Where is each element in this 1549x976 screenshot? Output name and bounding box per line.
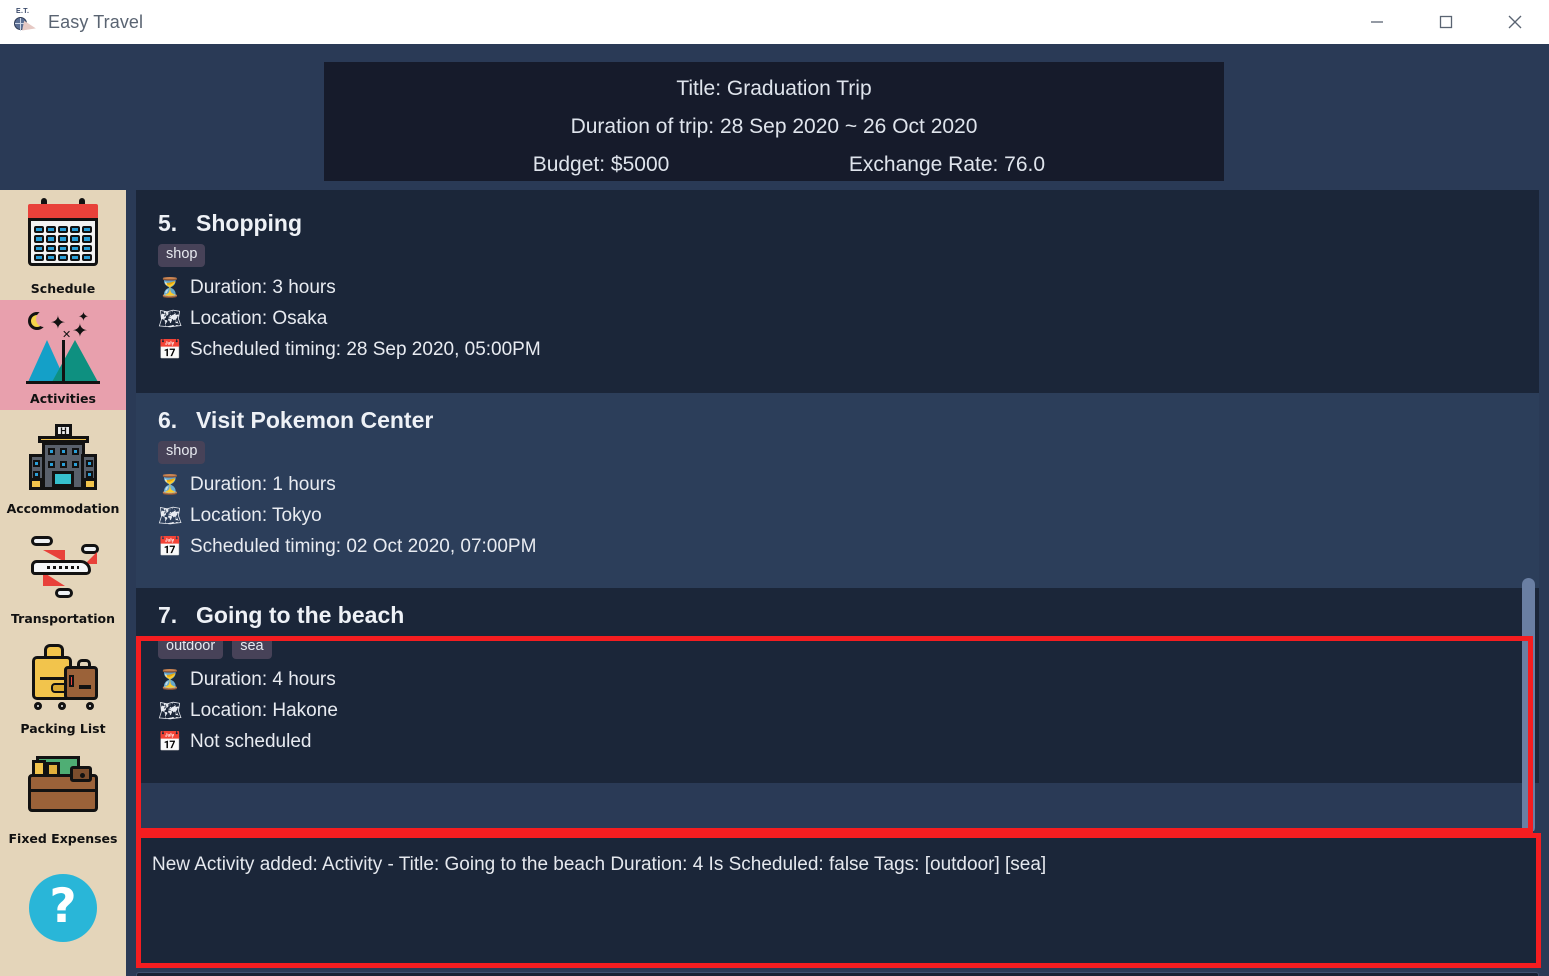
activity-title: Going to the beach [196,602,405,628]
activity-location-line: 🗺 Location: Tokyo [158,502,1539,530]
sidebar-item-transportation[interactable]: Transportation [0,520,126,630]
sidebar-item-label: Packing List [20,721,106,736]
activity-list: 5. Shopping shop ⏳ Duration: 3 hours 🗺 L… [136,190,1539,831]
activity-title: Visit Pokemon Center [196,407,434,433]
sidebar-item-label: Accommodation [6,501,120,516]
wallet-icon [25,748,101,824]
feedback-box: New Activity added: Activity - Title: Go… [136,838,1539,964]
application-window: E.T. Easy Travel Title: Graduation Trip … [0,0,1549,976]
help-button[interactable]: ? [0,850,126,966]
feedback-message: New Activity added: Activity - Title: Go… [152,854,1047,875]
trip-budget: Budget: $5000 [532,153,670,176]
hourglass-icon: ⏳ [158,277,182,299]
activity-header: 6. Visit Pokemon Center [158,407,1539,434]
activity-schedule-line: 📅 Not scheduled [158,728,1539,756]
trip-title: Title: Graduation Trip [676,77,872,100]
activity-index: 7. [158,602,178,628]
sidebar-item-accommodation[interactable]: H Accommodation [0,410,126,520]
help-question-icon: ? [29,874,97,942]
maximize-icon [1439,15,1452,29]
scrollbar-thumb[interactable] [1522,578,1535,831]
activity-duration-line: ⏳ Duration: 4 hours [158,666,1539,694]
window-controls [1342,0,1549,44]
activity-schedule: Scheduled timing: 02 Oct 2020, 07:00PM [190,536,537,557]
activity-schedule: Not scheduled [190,731,312,752]
activity-duration: Duration: 1 hours [190,474,336,495]
hourglass-icon: ⏳ [158,474,182,496]
activity-schedule-line: 📅 Scheduled timing: 02 Oct 2020, 07:00PM [158,533,1539,561]
activity-schedule-line: 📅 Scheduled timing: 28 Sep 2020, 05:00PM [158,336,1539,364]
table-row[interactable]: 7. Going to the beach outdoor sea ⏳ Dura… [136,588,1539,783]
activity-header: 5. Shopping [158,210,1539,237]
trip-duration: Duration of trip: 28 Sep 2020 ~ 26 Oct 2… [570,115,978,138]
activity-location-line: 🗺 Location: Hakone [158,697,1539,725]
minimize-button[interactable] [1342,0,1411,44]
calendar-clock-icon: 📅 [158,731,182,753]
activity-duration: Duration: 4 hours [190,669,336,690]
sidebar-navigation: Schedule ✦ ✦ ✦ ✕ Activities H Accommodat… [0,190,126,976]
luggage-icon [25,638,101,714]
sidebar-item-label: Fixed Expenses [8,831,118,846]
title-bar-left: E.T. Easy Travel [0,8,144,35]
command-bar[interactable] [136,972,1539,976]
close-icon [1508,15,1521,29]
maximize-button[interactable] [1411,0,1480,44]
easy-travel-globe-plane-icon: E.T. [12,8,38,35]
tent-icon: ✦ ✦ ✦ ✕ [25,308,101,384]
activity-schedule: Scheduled timing: 28 Sep 2020, 05:00PM [190,339,541,360]
tag-pill: outdoor [158,636,224,659]
scrollbar[interactable] [1522,190,1535,831]
tag-pill: sea [232,636,272,659]
activity-location: Location: Tokyo [190,505,322,526]
hourglass-icon: ⏳ [158,669,182,691]
minimize-icon [1370,21,1383,23]
calendar-clock-icon: 📅 [158,536,182,558]
trip-summary-banner: Title: Graduation Trip Duration of trip:… [324,62,1224,181]
activity-tags: outdoor sea [158,636,1539,659]
activity-duration-line: ⏳ Duration: 1 hours [158,471,1539,499]
sidebar-item-packing-list[interactable]: Packing List [0,630,126,740]
sidebar-item-label: Activities [30,391,96,406]
activity-location: Location: Hakone [190,700,338,721]
trip-budget-row: Budget: $5000 Exchange Rate: 76.0 [324,146,1224,184]
sidebar-item-label: Transportation [11,611,115,626]
trip-exchange-rate: Exchange Rate: 76.0 [848,153,1046,176]
activity-tags: shop [158,441,1539,464]
calendar-icon [25,198,101,274]
activity-index: 6. [158,407,178,433]
activity-duration: Duration: 3 hours [190,277,336,298]
hotel-icon: H [25,418,101,494]
app-body: Title: Graduation Trip Duration of trip:… [0,44,1549,976]
airplane-icon [25,528,101,604]
activity-location-line: 🗺 Location: Osaka [158,305,1539,333]
activity-location: Location: Osaka [190,308,328,329]
map-pin-icon: 🗺 [158,308,183,330]
sidebar-item-activities[interactable]: ✦ ✦ ✦ ✕ Activities [0,300,126,410]
map-pin-icon: 🗺 [158,700,183,722]
tag-pill: shop [158,244,206,267]
title-bar: E.T. Easy Travel [0,0,1549,44]
activity-duration-line: ⏳ Duration: 3 hours [158,274,1539,302]
sidebar-item-fixed-expenses[interactable]: Fixed Expenses [0,740,126,850]
table-row[interactable]: 5. Shopping shop ⏳ Duration: 3 hours 🗺 L… [136,190,1539,393]
sidebar-item-label: Schedule [30,281,96,296]
table-row[interactable]: 6. Visit Pokemon Center shop ⏳ Duration:… [136,393,1539,588]
map-pin-icon: 🗺 [158,505,183,527]
activity-title: Shopping [196,210,303,236]
paper-plane-icon [22,20,37,34]
app-title: Easy Travel [48,11,144,32]
activity-header: 7. Going to the beach [158,602,1539,629]
sidebar-item-schedule[interactable]: Schedule [0,190,126,300]
icon-monogram: E.T. [16,8,30,15]
calendar-clock-icon: 📅 [158,339,182,361]
tag-pill: shop [158,441,206,464]
activity-index: 5. [158,210,178,236]
close-button[interactable] [1480,0,1549,44]
main-content: 5. Shopping shop ⏳ Duration: 3 hours 🗺 L… [126,190,1549,976]
activity-tags: shop [158,244,1539,267]
